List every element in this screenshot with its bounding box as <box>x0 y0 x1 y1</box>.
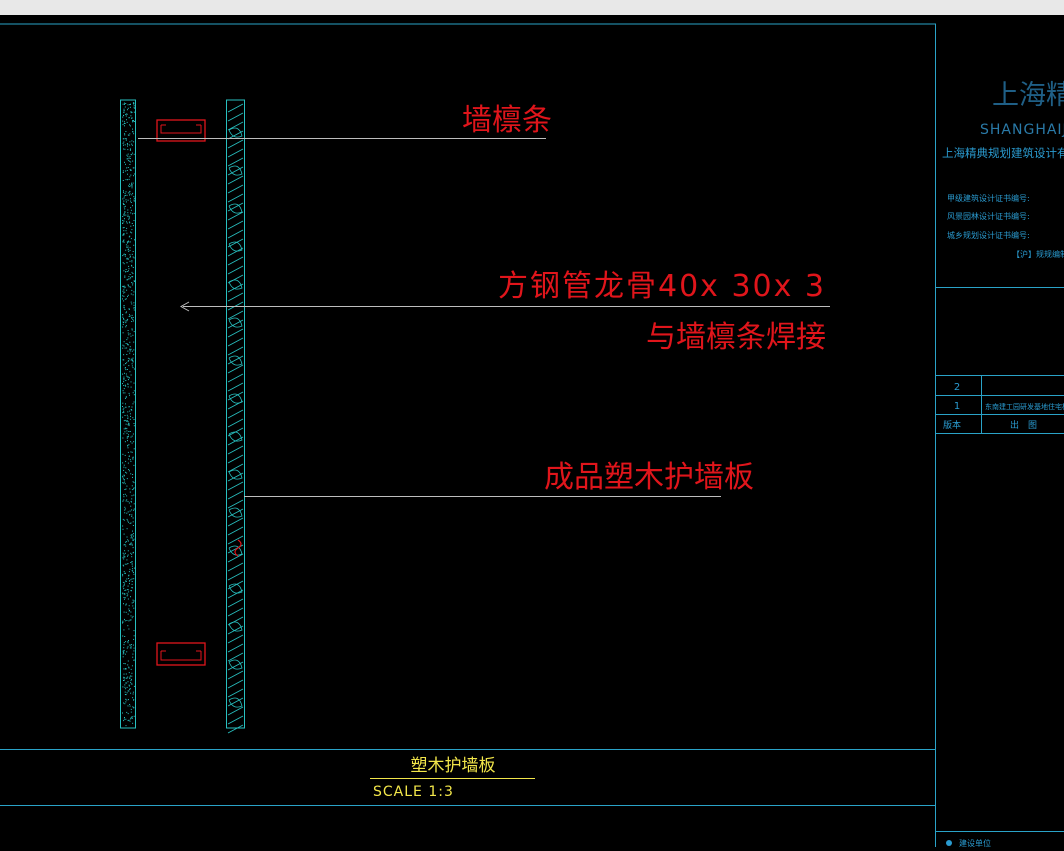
label-panel: 成品塑木护墙板 <box>544 460 754 495</box>
wall-layer <box>120 99 136 729</box>
company-name-cn: 上海精典 <box>992 80 1064 111</box>
rev-header-no: 版本 <box>943 419 961 431</box>
purlin-channel-top <box>156 119 206 142</box>
rev-no-2: 2 <box>954 382 960 393</box>
detail-title: 塑木护墙板 <box>411 756 496 776</box>
rev-no-1: 1 <box>954 401 960 412</box>
title-block: 上海精典 SHANGHAIJ 上海精典规划建筑设计有限公 甲级建筑设计证书编号:… <box>936 80 1064 848</box>
purlin-channel-bottom <box>156 642 206 666</box>
rev-header-desc: 出 图 <box>1010 419 1037 431</box>
label-steel-tube: 方钢管龙骨40x 30x 3 <box>498 269 826 304</box>
label-weld-note: 与墙檩条焊接 <box>646 320 826 355</box>
footer-label: 建设单位 <box>959 838 991 847</box>
cad-canvas[interactable]: 墙檩条 方钢管龙骨40x 30x 3 与墙檩条焊接 成品塑木护墙板 塑木护墙板 … <box>0 15 1064 848</box>
detail-scale: SCALE 1:3 <box>373 784 454 800</box>
company-name-en: SHANGHAIJ <box>980 122 1064 138</box>
cert-line-2: 风景园林设计证书编号: <box>947 211 1030 221</box>
cert-line-3: 城乡规划设计证书编号: <box>947 230 1030 240</box>
cert-line-4: 【沪】规规编制 <box>1012 249 1064 259</box>
drawing-svg[interactable]: 墙檩条 方钢管龙骨40x 30x 3 与墙檩条焊接 成品塑木护墙板 塑木护墙板 … <box>0 15 1064 848</box>
footer-bullet <box>946 840 952 846</box>
rev-desc-1: 东南建工园研发基地住宅楼 <box>985 402 1064 411</box>
window-top-bar <box>0 0 1064 15</box>
cert-line-1: 甲级建筑设计证书编号: <box>947 193 1030 203</box>
company-full-name: 上海精典规划建筑设计有限公 <box>942 146 1064 160</box>
label-purlin: 墙檩条 <box>462 103 552 138</box>
wood-panel-section <box>226 99 245 734</box>
